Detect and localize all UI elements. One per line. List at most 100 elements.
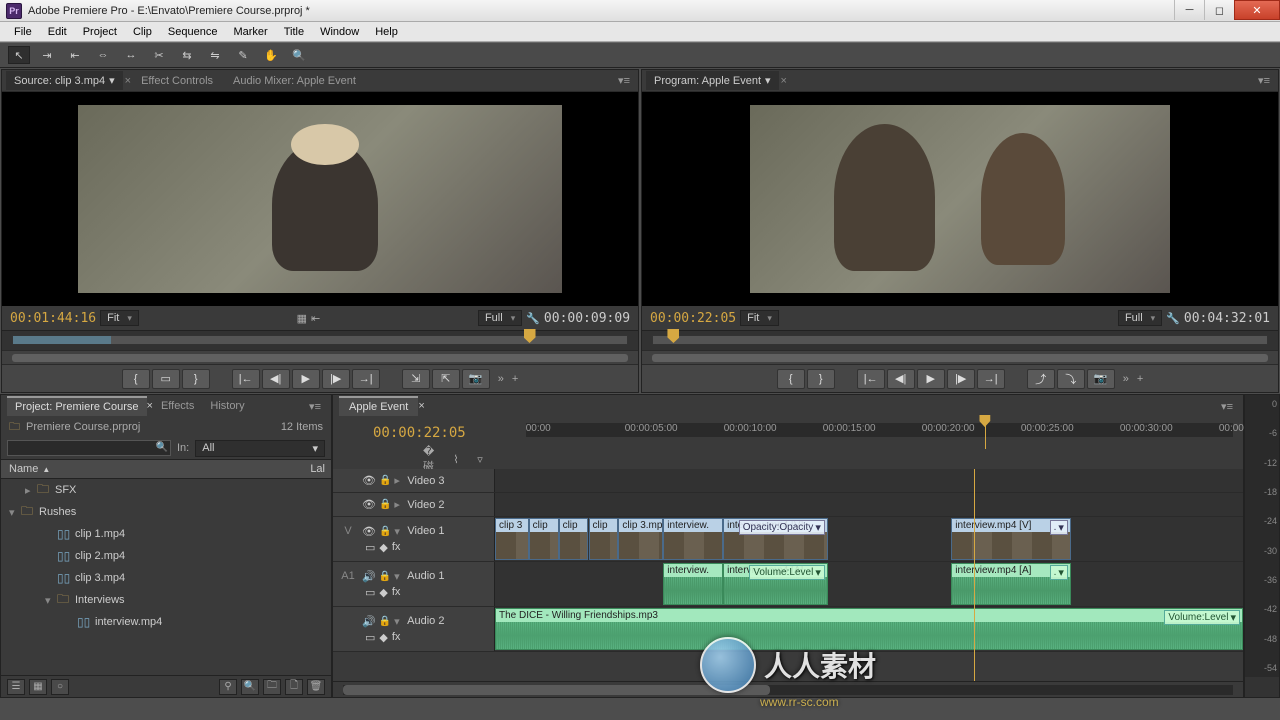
menu-file[interactable]: File — [6, 24, 40, 40]
project-tab[interactable]: Project: Premiere Course — [7, 396, 147, 416]
thumbnail-size-slider[interactable]: ○ — [51, 679, 69, 695]
mark-out-button[interactable]: } — [182, 369, 210, 389]
menu-marker[interactable]: Marker — [225, 24, 275, 40]
audio-mixer-tab[interactable]: Audio Mixer: Apple Event — [223, 72, 366, 90]
linked-selection-button[interactable]: ⌇ — [447, 451, 465, 467]
mark-clip-button[interactable]: ▭ — [152, 369, 180, 389]
source-outpoint-icon[interactable]: ⇤ — [311, 312, 320, 325]
eye-icon[interactable]: 👁 — [362, 474, 376, 487]
track-selector[interactable]: A1 — [337, 570, 359, 582]
program-panel-menu-icon[interactable]: ▾≡ — [1254, 74, 1274, 87]
step-forward-button[interactable]: |▶ — [322, 369, 350, 389]
source-safe-margins-icon[interactable]: ▦ — [297, 312, 307, 325]
new-bin-button[interactable]: 🗀 — [263, 679, 281, 695]
timeline-playhead[interactable] — [985, 417, 986, 449]
export-frame-button[interactable]: 📷 — [462, 369, 490, 389]
track-twisty-icon[interactable]: ▸ — [394, 474, 404, 487]
clip[interactable]: interview. — [663, 518, 723, 560]
track-header-a2[interactable]: 🔊🔒▾Audio 2▭◆fx — [333, 607, 495, 651]
source-zoom-bar[interactable] — [2, 350, 638, 364]
track-select-tool[interactable]: ⇥ — [36, 46, 58, 64]
prog-mark-in-button[interactable]: { — [777, 369, 805, 389]
overwrite-button[interactable]: ⇱ — [432, 369, 460, 389]
effects-tab[interactable]: Effects — [153, 397, 202, 415]
source-scrubber[interactable] — [2, 330, 638, 350]
clip[interactable]: interview.mp4 [V]Opacity:Opacity ▾ — [723, 518, 828, 560]
bin-sfx[interactable]: ▸🗀SFX — [1, 479, 331, 501]
track-content[interactable] — [495, 493, 1243, 516]
clip[interactable]: clip — [529, 518, 559, 560]
track-option-icon[interactable]: ◆ — [379, 541, 387, 554]
sequence-tab[interactable]: Apple Event — [339, 396, 418, 416]
track-header-a1[interactable]: A1🔊🔒▾Audio 1▭◆fx — [333, 562, 495, 606]
track-option-icon[interactable]: ▭ — [365, 541, 375, 554]
project-tree[interactable]: ▸🗀SFX▾🗀Rushes▯▯clip 1.mp4▯▯clip 2.mp4▯▯c… — [1, 479, 331, 675]
source-viewer[interactable] — [2, 92, 638, 306]
lock-icon[interactable]: 🔒 — [379, 616, 391, 627]
menu-sequence[interactable]: Sequence — [160, 24, 226, 40]
razor-tool[interactable]: ✂ — [148, 46, 170, 64]
timeline-panel-menu-icon[interactable]: ▾≡ — [1217, 400, 1237, 413]
find-button[interactable]: 🔍 — [241, 679, 259, 695]
source-quality-dropdown[interactable]: Full▾ — [478, 310, 522, 326]
folder-up-icon[interactable]: 🗀 — [9, 418, 20, 437]
clip-fx-dropdown[interactable]: . ▾ — [1050, 565, 1068, 580]
new-item-button[interactable]: 🗋 — [285, 679, 303, 695]
source-tab-active[interactable]: Source: clip 3.mp4 ▾ — [6, 71, 123, 90]
track-option-icon[interactable]: ▭ — [365, 586, 375, 599]
program-zoom-bar[interactable] — [642, 350, 1278, 364]
go-to-out-button[interactable]: →| — [352, 369, 380, 389]
history-tab[interactable]: History — [202, 397, 252, 415]
clip[interactable]: clip — [589, 518, 619, 560]
track-option-icon[interactable]: fx — [392, 541, 401, 554]
effect-controls-tab[interactable]: Effect Controls — [131, 72, 223, 90]
track-twisty-icon[interactable]: ▾ — [394, 615, 404, 628]
clip[interactable]: interview.mp4 [A]. ▾ — [951, 563, 1071, 605]
menu-help[interactable]: Help — [367, 24, 406, 40]
program-viewer[interactable] — [642, 92, 1278, 306]
clip[interactable]: clip — [559, 518, 589, 560]
program-add-button-icon[interactable]: + — [1137, 373, 1143, 385]
menu-window[interactable]: Window — [312, 24, 367, 40]
track-twisty-icon[interactable]: ▾ — [394, 570, 404, 583]
timeline-timecode[interactable]: 00:00:22:05 — [373, 425, 466, 441]
zoom-tool[interactable]: 🔍 — [288, 46, 310, 64]
prog-export-frame-button[interactable]: 📷 — [1087, 369, 1115, 389]
program-tab-dropdown-icon[interactable]: ▾ — [765, 74, 771, 87]
track-header-v3[interactable]: 👁🔒▸Video 3 — [333, 469, 495, 492]
selection-tool[interactable]: ↖ — [8, 46, 30, 64]
source-tab-dropdown-icon[interactable]: ▾ — [109, 74, 115, 87]
source-add-button-icon[interactable]: + — [512, 373, 518, 385]
mark-in-button[interactable]: { — [122, 369, 150, 389]
menu-edit[interactable]: Edit — [40, 24, 75, 40]
timeline-ruler[interactable]: 00:0000:00:05:0000:00:10:0000:00:15:0000… — [526, 423, 1233, 437]
clip-item[interactable]: ▯▯clip 2.mp4 — [1, 545, 331, 567]
slip-tool[interactable]: ⇆ — [176, 46, 198, 64]
prog-mark-out-button[interactable]: } — [807, 369, 835, 389]
source-panel-menu-icon[interactable]: ▾≡ — [614, 74, 634, 87]
tracks-playhead-line[interactable] — [974, 469, 975, 681]
program-settings-icon[interactable]: 🔧 — [1166, 312, 1180, 325]
clip[interactable]: interview.mp4 [V]. ▾ — [951, 518, 1071, 560]
clip-item[interactable]: ▯▯interview.mp4 — [1, 611, 331, 633]
insert-button[interactable]: ⇲ — [402, 369, 430, 389]
prog-step-forward-button[interactable]: |▶ — [947, 369, 975, 389]
track-content[interactable]: interview.interview.mp4 [A]Volume:Level … — [495, 562, 1243, 606]
source-zoom-dropdown[interactable]: Fit▾ — [100, 310, 139, 326]
prog-step-back-button[interactable]: ◀| — [887, 369, 915, 389]
clip-fx-dropdown[interactable]: Opacity:Opacity ▾ — [739, 520, 825, 535]
auto-match-button[interactable]: ⚲ — [219, 679, 237, 695]
lock-icon[interactable]: 🔒 — [379, 571, 391, 582]
go-to-in-button[interactable]: |← — [232, 369, 260, 389]
clip[interactable]: interview.mp4 [A]Volume:Level ▾ — [723, 563, 828, 605]
clip[interactable]: interview. — [663, 563, 723, 605]
close-button[interactable]: ✕ — [1234, 0, 1280, 20]
track-selector[interactable]: V — [337, 525, 359, 537]
play-button[interactable]: ▶ — [292, 369, 320, 389]
snap-button[interactable]: �磁 — [423, 451, 441, 467]
program-timecode-current[interactable]: 00:00:22:05 — [650, 311, 736, 326]
mute-icon[interactable]: 🔊 — [362, 615, 376, 628]
rate-stretch-tool[interactable]: ↔ — [120, 46, 142, 64]
clip[interactable]: The DICE - Willing Friendships.mp3Volume… — [495, 608, 1243, 650]
track-option-icon[interactable]: fx — [392, 631, 401, 644]
